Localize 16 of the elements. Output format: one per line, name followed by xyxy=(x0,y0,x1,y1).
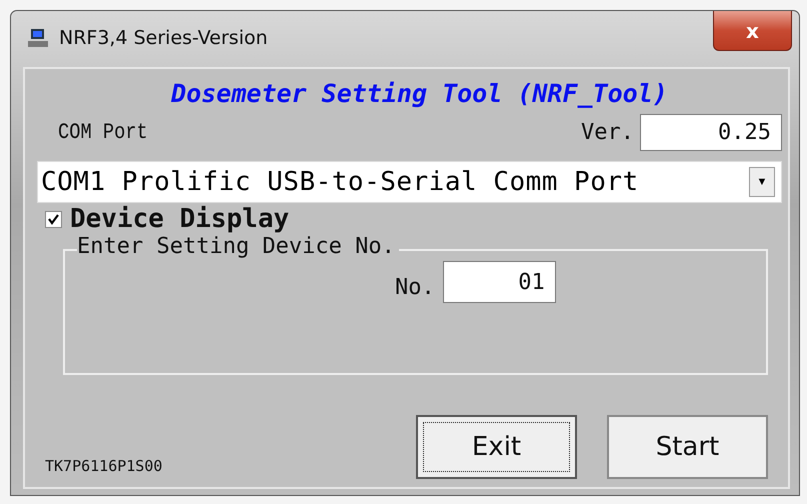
device-no-label: No. xyxy=(395,275,435,300)
start-button[interactable]: Start xyxy=(607,415,768,479)
window-title: NRF3,4 Series-Version xyxy=(59,27,268,49)
checkbox-label: Device Display xyxy=(70,204,290,234)
close-button[interactable]: x xyxy=(713,11,792,51)
com-port-dropdown[interactable]: COM1 Prolific USB-to-Serial Comm Port ▼ xyxy=(37,161,782,203)
group-title: Enter Setting Device No. xyxy=(77,234,399,259)
app-heading: Dosemeter Setting Tool (NRF_Tool) xyxy=(171,79,668,108)
computer-icon xyxy=(27,28,49,48)
checkbox[interactable] xyxy=(45,210,62,228)
version-field[interactable]: 0.25 xyxy=(640,114,782,151)
com-port-label: COM Port xyxy=(58,120,148,145)
version-label: Ver. xyxy=(581,120,634,145)
exit-button[interactable]: Exit xyxy=(416,415,577,479)
product-code: TK7P6116P1S00 xyxy=(45,457,162,475)
device-no-field[interactable]: 01 xyxy=(442,261,556,303)
